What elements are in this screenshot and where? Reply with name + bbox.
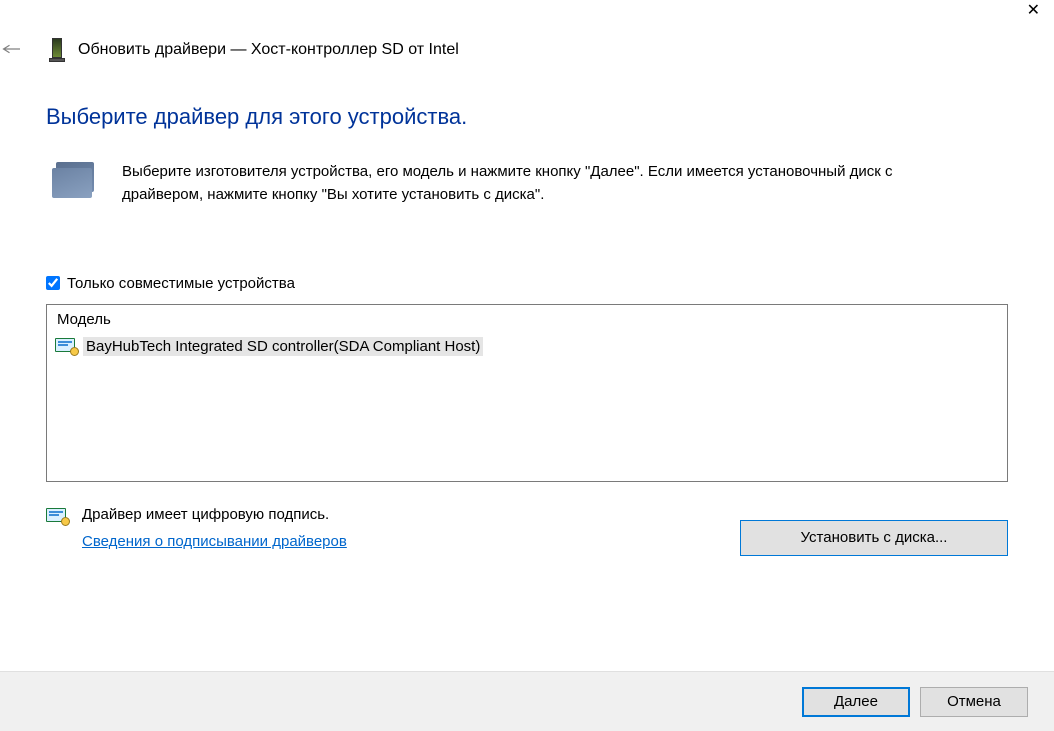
model-list[interactable]: Модель BayHubTech Integrated SD controll… bbox=[46, 304, 1008, 482]
device-icon bbox=[48, 38, 66, 62]
compatible-only-checkbox[interactable] bbox=[46, 276, 60, 290]
wizard-header: Обновить драйвери — Хост-контроллер SD о… bbox=[0, 0, 1054, 62]
close-icon[interactable]: ✕ bbox=[1027, 3, 1040, 19]
page-heading: Выберите драйвер для этого устройства. bbox=[46, 104, 1008, 130]
signed-driver-icon bbox=[55, 338, 77, 354]
cancel-button[interactable]: Отмена bbox=[920, 687, 1028, 717]
signed-driver-icon bbox=[46, 508, 68, 524]
model-list-header: Модель bbox=[47, 305, 1007, 334]
window-title: Обновить драйвери — Хост-контроллер SD о… bbox=[78, 41, 459, 59]
compatible-only-label[interactable]: Только совместимые устройства bbox=[67, 275, 295, 292]
next-button[interactable]: Далее bbox=[802, 687, 910, 717]
signing-info-link[interactable]: Сведения о подписывании драйверов bbox=[82, 533, 347, 550]
back-arrow-icon[interactable] bbox=[2, 42, 20, 58]
signature-status-text: Драйвер имеет цифровую подпись. bbox=[82, 506, 347, 523]
folder-icon bbox=[52, 162, 96, 198]
model-item-label: BayHubTech Integrated SD controller(SDA … bbox=[83, 337, 483, 356]
model-list-item[interactable]: BayHubTech Integrated SD controller(SDA … bbox=[47, 334, 1007, 359]
wizard-footer: Далее Отмена bbox=[0, 671, 1054, 731]
instruction-text: Выберите изготовителя устройства, его мо… bbox=[122, 160, 902, 207]
install-from-disk-button[interactable]: Установить с диска... bbox=[740, 520, 1008, 556]
